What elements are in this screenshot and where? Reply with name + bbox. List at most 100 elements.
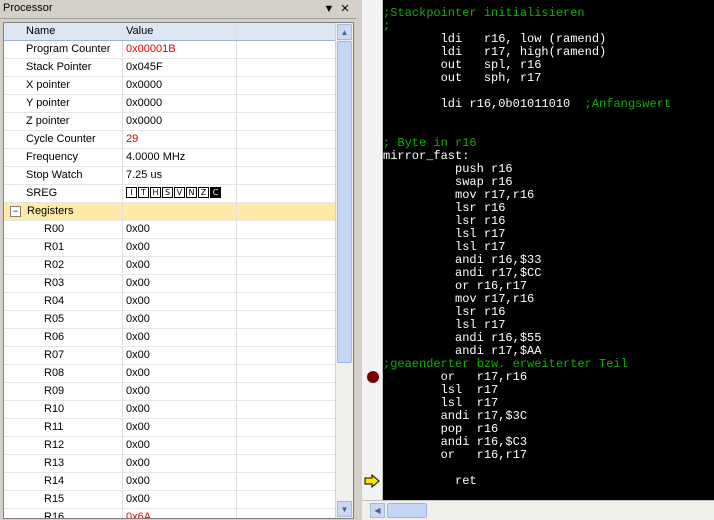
code-line-text: ;geaenderter bzw. erweiterter Teil: [383, 357, 628, 371]
sreg-flag[interactable]: Z: [198, 186, 209, 198]
register-row[interactable]: R11 0x00: [4, 419, 335, 437]
register-value: 0x00: [124, 491, 237, 508]
register-row[interactable]: R01 0x00: [4, 239, 335, 257]
scroll-down-icon[interactable]: ▼: [337, 501, 352, 517]
horizontal-scrollbar[interactable]: ◀: [362, 500, 714, 520]
sreg-flag[interactable]: S: [162, 186, 173, 198]
close-icon[interactable]: ✕: [338, 2, 352, 16]
editor-gutter[interactable]: [362, 0, 383, 500]
register-row[interactable]: R03 0x00: [4, 275, 335, 293]
code-line-text: ;: [383, 19, 391, 33]
table-row[interactable]: Frequency 4.0000 MHz: [4, 149, 335, 167]
register-value: 0x00: [124, 221, 237, 238]
sreg-flag[interactable]: T: [138, 186, 149, 198]
code-line-text: andi r16,$55: [383, 331, 542, 345]
register-row[interactable]: R12 0x00: [4, 437, 335, 455]
dropdown-icon[interactable]: ▼: [322, 2, 336, 16]
code-line-text: ldi r17, high(ramend): [383, 45, 607, 59]
code-line-text: ret: [383, 474, 477, 488]
row-name: Stop Watch: [4, 167, 123, 184]
table-header: Name Value: [4, 23, 335, 41]
code-line-text: ;Stackpointer initialisieren: [383, 6, 585, 20]
sreg-flag[interactable]: V: [174, 186, 185, 198]
register-name: R00: [4, 221, 123, 238]
registers-group-value: [124, 203, 237, 220]
register-row[interactable]: R05 0x00: [4, 311, 335, 329]
scroll-thumb[interactable]: [337, 41, 352, 363]
table-row-sreg[interactable]: SREG I T H S V N Z C: [4, 185, 335, 203]
register-name: R11: [4, 419, 123, 436]
registers-group-row[interactable]: − Registers: [4, 203, 335, 221]
register-value: 0x00: [124, 401, 237, 418]
row-value: 0x00001B: [124, 41, 237, 58]
code-line-text: andi r17,$CC: [383, 266, 542, 280]
register-value: 0x00: [124, 473, 237, 490]
code-line[interactable]: ret: [383, 475, 477, 488]
table-row[interactable]: Program Counter 0x00001B: [4, 41, 335, 59]
code-line-text: lsl r17: [383, 227, 506, 241]
code-line-text: lsl r17: [383, 383, 499, 397]
register-row[interactable]: R04 0x00: [4, 293, 335, 311]
scroll-left-icon[interactable]: ◀: [370, 503, 385, 518]
register-value: 0x00: [124, 437, 237, 454]
row-name: Cycle Counter: [4, 131, 123, 148]
register-row[interactable]: R02 0x00: [4, 257, 335, 275]
code-line-comment: ;Anfangswert: [570, 97, 672, 111]
table-row[interactable]: Y pointer 0x0000: [4, 95, 335, 113]
register-row[interactable]: R16 0x6A: [4, 509, 335, 518]
register-name: R15: [4, 491, 123, 508]
name-column-header[interactable]: Name: [4, 23, 123, 40]
table-row[interactable]: Z pointer 0x0000: [4, 113, 335, 131]
code-text-area[interactable]: ;Stackpointer initialisieren; ldi r16, l…: [383, 0, 714, 500]
register-value: 0x00: [124, 365, 237, 382]
code-line-text: lsr r16: [383, 214, 506, 228]
register-name: R07: [4, 347, 123, 364]
register-row[interactable]: R14 0x00: [4, 473, 335, 491]
table-row[interactable]: Stack Pointer 0x045F: [4, 59, 335, 77]
row-name: Z pointer: [4, 113, 123, 130]
code-line-text: lsr r16: [383, 201, 506, 215]
register-row[interactable]: R07 0x00: [4, 347, 335, 365]
register-row[interactable]: R10 0x00: [4, 401, 335, 419]
code-line[interactable]: ;Stackpointer initialisieren: [383, 7, 585, 20]
table-row[interactable]: Stop Watch 7.25 us: [4, 167, 335, 185]
register-row[interactable]: R13 0x00: [4, 455, 335, 473]
register-row[interactable]: R09 0x00: [4, 383, 335, 401]
register-name: R03: [4, 275, 123, 292]
code-line[interactable]: ldi r16,0b01011010 ;Anfangswert: [383, 98, 671, 111]
register-row[interactable]: R00 0x00: [4, 221, 335, 239]
register-name: R04: [4, 293, 123, 310]
table-row[interactable]: X pointer 0x0000: [4, 77, 335, 95]
register-name: R09: [4, 383, 123, 400]
code-line-text: lsl r17: [383, 240, 506, 254]
row-value: 0x0000: [124, 77, 237, 94]
code-line[interactable]: or r16,r17: [383, 449, 527, 462]
sreg-flag[interactable]: N: [186, 186, 197, 198]
code-line-text: out sph, r17: [383, 71, 542, 85]
row-value: 0x0000: [124, 95, 237, 112]
code-line-text: ldi r16, low (ramend): [383, 32, 607, 46]
register-value: 0x00: [124, 257, 237, 274]
vertical-scrollbar[interactable]: ▲ ▼: [335, 23, 353, 518]
sreg-flag[interactable]: C: [210, 186, 221, 198]
collapse-icon[interactable]: −: [10, 205, 21, 217]
scroll-up-icon[interactable]: ▲: [337, 24, 352, 40]
code-line[interactable]: out sph, r17: [383, 71, 542, 85]
table-row[interactable]: Cycle Counter 29: [4, 131, 335, 149]
register-row[interactable]: R15 0x00: [4, 491, 335, 509]
code-line-text: andi r16,$33: [383, 253, 542, 267]
sreg-flag[interactable]: H: [150, 186, 161, 198]
hscroll-thumb[interactable]: [387, 503, 427, 518]
code-line-text: out spl, r16: [383, 58, 542, 72]
row-value: 0x0000: [124, 113, 237, 130]
value-column-header[interactable]: Value: [124, 23, 237, 40]
registers-group-label: Registers: [27, 205, 74, 217]
register-row[interactable]: R06 0x00: [4, 329, 335, 347]
row-value: 0x045F: [124, 59, 237, 76]
sreg-flag[interactable]: I: [126, 186, 137, 198]
register-row[interactable]: R08 0x00: [4, 365, 335, 383]
register-name: R14: [4, 473, 123, 490]
breakpoint-icon[interactable]: [367, 371, 379, 383]
code-line-text: ldi r16,0b01011010: [383, 97, 571, 111]
code-line-text: ; Byte in r16: [383, 136, 477, 150]
